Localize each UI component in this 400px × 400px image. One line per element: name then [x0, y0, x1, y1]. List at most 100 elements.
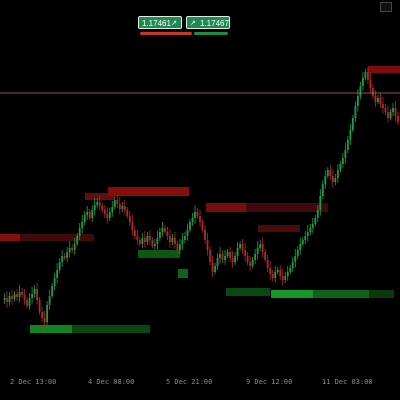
candle-body [133, 230, 136, 236]
candle-body [239, 244, 242, 248]
sell-arrow-icon: ↗ [171, 20, 177, 27]
candle-body [384, 108, 387, 112]
candle-body [153, 244, 156, 246]
candle-body [274, 272, 277, 278]
candle-body [191, 218, 194, 222]
candle-body [136, 236, 139, 240]
candle-body [321, 184, 324, 196]
candle-body [289, 268, 292, 272]
candle-body [8, 296, 11, 302]
candle-body [83, 215, 86, 222]
candle-body [354, 106, 357, 118]
candle-body [369, 80, 372, 88]
candle-body [186, 230, 189, 236]
candle-body [11, 296, 13, 299]
candle-body [56, 270, 59, 278]
candle-body [53, 278, 56, 286]
price-chart[interactable]: 1.17461 ↗ ↗ 1.17467 2 Dec 13:00 4 Dec 08… [0, 0, 400, 400]
candle-body [216, 258, 219, 266]
candle-body [143, 238, 146, 242]
candle-body [36, 289, 38, 300]
candle-body [266, 260, 269, 268]
candle-body [304, 236, 307, 240]
candle-body [151, 240, 154, 246]
candle-body [261, 244, 264, 252]
one-click-trading-panel: 1.17461 ↗ ↗ 1.17467 [138, 16, 230, 38]
candle-body [91, 210, 94, 218]
window-control-icon[interactable] [380, 2, 392, 12]
candle-body [98, 202, 101, 206]
supply-zone [368, 66, 400, 73]
candle-body [68, 248, 71, 252]
candle-body [126, 210, 129, 216]
candle-body [299, 244, 302, 250]
candle-body [111, 207, 114, 212]
supply-zone [246, 203, 328, 212]
candle-body [158, 232, 161, 238]
candle-body [196, 212, 199, 216]
candle-body [329, 170, 332, 176]
candle-body [249, 262, 252, 266]
candle-body [78, 228, 81, 236]
candle-body [264, 252, 267, 260]
candle-body [179, 244, 181, 250]
candle-body [189, 222, 191, 230]
candle-body [113, 200, 116, 207]
candle-body [286, 272, 289, 276]
candle-body [96, 202, 99, 205]
candle-body [166, 232, 169, 236]
candle-body [314, 218, 317, 224]
candle-body [201, 222, 204, 230]
supply-zone [20, 234, 94, 241]
demand-zone [138, 250, 180, 258]
candle-body [372, 88, 374, 96]
supply-zone [72, 325, 150, 333]
candle-body [291, 262, 294, 268]
candle-body [199, 216, 201, 222]
candle-body [236, 248, 239, 256]
candle-body [46, 305, 49, 322]
candle-body [48, 296, 51, 305]
x-axis-label: 9 Dec 12:00 [246, 378, 293, 386]
supply-zone [0, 234, 20, 241]
candle-body [214, 266, 216, 272]
chart-canvas[interactable] [0, 0, 400, 400]
sell-volume-bar [140, 32, 192, 35]
candle-body [251, 260, 254, 266]
candle-body [341, 158, 344, 164]
candle-body [184, 236, 186, 240]
candle-body [349, 130, 352, 140]
candle-body [281, 276, 284, 280]
candle-body [16, 294, 18, 297]
candle-body [331, 176, 334, 182]
candle-body [81, 222, 84, 228]
candle-body [259, 244, 262, 248]
candle-body [269, 268, 272, 274]
buy-button[interactable]: ↗ 1.17467 [186, 16, 230, 29]
demand-zone [178, 269, 188, 278]
candle-body [138, 240, 141, 244]
candle-body [254, 254, 257, 260]
candle-body [301, 240, 304, 244]
x-axis-label: 5 Dec 21:00 [166, 378, 213, 386]
candle-body [392, 108, 394, 112]
candle-body [394, 108, 397, 116]
candle-body [206, 240, 209, 250]
candle-body [86, 212, 89, 215]
candle-body [106, 214, 109, 218]
candle-body [33, 289, 36, 294]
candle-body [23, 295, 26, 300]
candle-body [241, 244, 244, 250]
supply-zone [226, 288, 270, 296]
candle-body [176, 244, 179, 250]
candle-body [88, 212, 91, 218]
sell-button[interactable]: 1.17461 ↗ [138, 16, 182, 29]
candle-body [121, 206, 124, 209]
candle-body [181, 240, 184, 244]
demand-zone [30, 325, 72, 333]
candle-body [38, 300, 41, 312]
candle-body [311, 224, 314, 228]
demand-zone [313, 290, 369, 298]
candle-body [51, 286, 54, 296]
candle-body [219, 254, 221, 258]
